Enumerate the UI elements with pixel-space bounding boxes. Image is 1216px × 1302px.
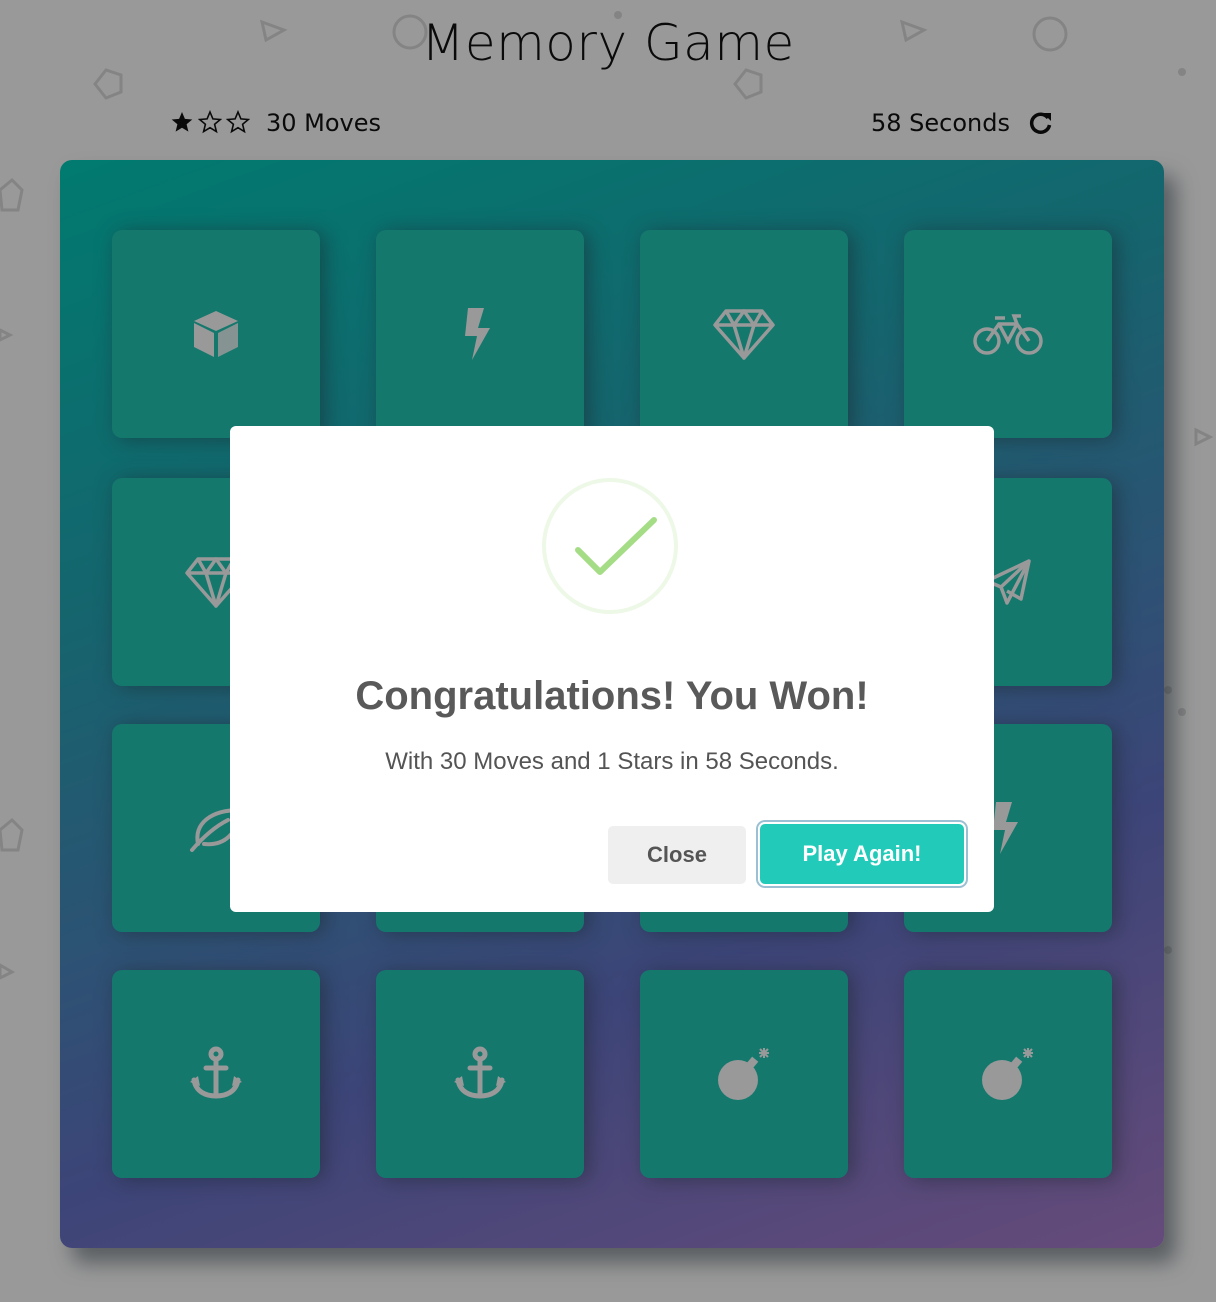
win-modal: Congratulations! You Won! With 30 Moves … [230, 426, 994, 912]
modal-message: With 30 Moves and 1 Stars in 58 Seconds. [385, 748, 839, 775]
success-check-icon [542, 478, 678, 614]
close-button[interactable]: Close [608, 826, 746, 884]
play-again-button[interactable]: Play Again! [760, 824, 964, 884]
modal-title: Congratulations! You Won! [355, 674, 869, 718]
